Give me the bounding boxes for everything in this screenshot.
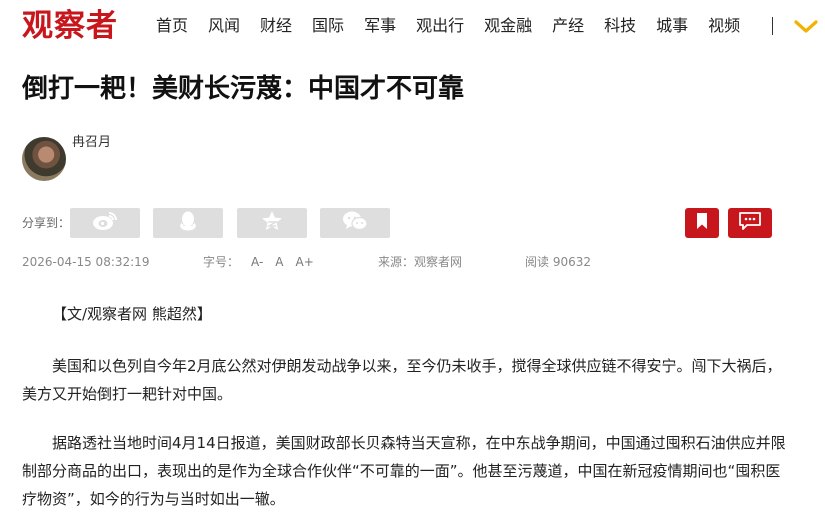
read-count: 阅读 90632 [525, 255, 591, 269]
chevron-down-icon[interactable] [794, 17, 818, 39]
share-wechat-button[interactable] [320, 208, 390, 238]
article-title: 倒打一耙！美财长污蔑：中国才不可靠 [22, 74, 465, 104]
qzone-icon [261, 210, 283, 236]
article-source: 来源：观察者网 [378, 255, 463, 269]
weibo-icon [92, 211, 118, 235]
font-size-default-button[interactable]: A [275, 255, 283, 269]
nav-item-tech[interactable]: 科技 [604, 14, 636, 38]
font-size-decrease-button[interactable]: A- [251, 255, 263, 269]
wechat-icon [342, 210, 368, 236]
author-avatar[interactable] [22, 137, 66, 181]
nav-item-home[interactable]: 首页 [156, 14, 188, 38]
article-paragraph: 据路透社当地时间4月14日报道，美国财政部长贝森特当天宣称，在中东战争期间，中国… [22, 434, 786, 508]
font-size-label: 字号： [203, 255, 240, 269]
bookmark-button[interactable] [685, 208, 719, 238]
comment-icon [738, 211, 762, 235]
site-logo[interactable]: 观察者 [22, 6, 118, 46]
nav-item-military[interactable]: 军事 [364, 14, 396, 38]
nav-item-travel[interactable]: 观出行 [416, 14, 464, 38]
nav-item-city[interactable]: 城事 [656, 14, 688, 38]
nav-divider [772, 17, 773, 35]
author-name[interactable]: 冉召月 [72, 134, 111, 152]
publish-date: 2026-04-15 08:32:19 [22, 255, 150, 269]
main-nav: 首页 风闻 财经 国际 军事 观出行 观金融 产经 科技 城事 视频 [156, 14, 760, 38]
article-byline: 【文/观察者网 熊超然】 [52, 305, 212, 323]
article-paragraph: 美国和以色列自今年2月底公然对伊朗发动战争以来，至今仍未收手，搅得全球供应链不得… [22, 357, 782, 403]
share-label: 分享到： [22, 216, 71, 230]
font-size-increase-button[interactable]: A+ [296, 255, 314, 269]
comment-button[interactable] [728, 208, 772, 238]
share-qq-button[interactable] [153, 208, 223, 238]
share-weibo-button[interactable] [70, 208, 140, 238]
bookmark-icon [695, 212, 709, 234]
nav-item-international[interactable]: 国际 [312, 14, 344, 38]
qq-icon [178, 210, 198, 236]
share-qzone-button[interactable] [237, 208, 307, 238]
nav-item-fengwen[interactable]: 风闻 [208, 14, 240, 38]
nav-item-fintech[interactable]: 观金融 [484, 14, 532, 38]
nav-item-video[interactable]: 视频 [708, 14, 740, 38]
nav-item-industry[interactable]: 产经 [552, 14, 584, 38]
nav-item-finance[interactable]: 财经 [260, 14, 292, 38]
font-size-control: 字号： A- A A+ [203, 254, 314, 270]
